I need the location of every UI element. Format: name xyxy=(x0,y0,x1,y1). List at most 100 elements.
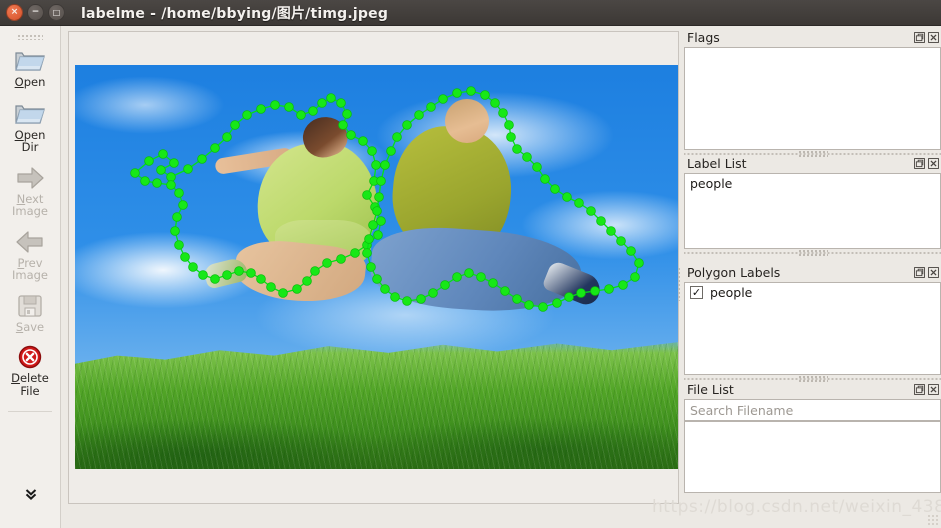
list-item[interactable]: people xyxy=(685,174,940,193)
panel-label-list-header[interactable]: Label List xyxy=(684,154,941,173)
polygon-vertex[interactable] xyxy=(336,254,346,264)
polygon-vertex[interactable] xyxy=(504,120,514,130)
window-close-button[interactable]: × xyxy=(6,4,23,21)
polygon-vertex[interactable] xyxy=(292,284,302,294)
polygon-vertex[interactable] xyxy=(346,130,356,140)
polygon-vertex[interactable] xyxy=(512,144,522,154)
polygon-vertex[interactable] xyxy=(174,188,184,198)
dock-grip[interactable] xyxy=(677,267,682,301)
polygon-vertex[interactable] xyxy=(506,132,516,142)
polygon-vertex[interactable] xyxy=(440,280,450,290)
polygon-vertex[interactable] xyxy=(376,176,386,186)
polygon-vertex[interactable] xyxy=(550,184,560,194)
polygon-vertex[interactable] xyxy=(198,270,208,280)
polygon-vertex[interactable] xyxy=(498,108,508,118)
polygon-label-checkbox[interactable]: ✓ xyxy=(690,286,703,299)
polygon-vertex[interactable] xyxy=(596,216,606,226)
polygon-annotation-overlay[interactable] xyxy=(75,65,678,469)
polygon-vertex[interactable] xyxy=(540,174,550,184)
polygon-vertex[interactable] xyxy=(338,120,348,130)
polygon-vertex[interactable] xyxy=(210,143,220,153)
polygon-vertex[interactable] xyxy=(512,294,522,304)
polygon-vertex[interactable] xyxy=(169,158,179,168)
polygon-vertex[interactable] xyxy=(402,296,412,306)
polygon-vertex[interactable] xyxy=(180,252,190,262)
polygon-vertex[interactable] xyxy=(230,120,240,130)
panel-polygon-labels-body[interactable]: ✓ people xyxy=(684,282,941,375)
polygon-vertex[interactable] xyxy=(234,266,244,276)
panel-file-list-header[interactable]: File List xyxy=(684,380,941,399)
polygon-vertex[interactable] xyxy=(308,106,318,116)
polygon-vertex[interactable] xyxy=(188,262,198,272)
polygon-vertex[interactable] xyxy=(156,165,166,175)
panel-polygon-labels-header[interactable]: Polygon Labels xyxy=(684,263,941,282)
polygon-vertex[interactable] xyxy=(488,278,498,288)
polygon-vertex[interactable] xyxy=(362,248,372,258)
polygon-vertex[interactable] xyxy=(317,98,327,108)
polygon-vertex[interactable] xyxy=(500,286,510,296)
polygon-vertex[interactable] xyxy=(144,156,154,166)
polygon-vertex[interactable] xyxy=(386,146,396,156)
window-resize-grip[interactable] xyxy=(927,514,939,526)
polygon-vertex[interactable] xyxy=(372,274,382,284)
toolbar-item-delete-file[interactable]: Delete File xyxy=(0,339,61,403)
table-row[interactable]: ✓ people xyxy=(685,283,940,302)
polygon-vertex[interactable] xyxy=(626,246,636,256)
polygon-vertex[interactable] xyxy=(618,280,628,290)
polygon-vertex[interactable] xyxy=(270,100,280,110)
polygon-vertex[interactable] xyxy=(326,93,336,103)
splitter-label-list[interactable] xyxy=(684,249,941,256)
polygon-vertex[interactable] xyxy=(302,276,312,286)
annotated-image[interactable] xyxy=(75,65,678,469)
close-panel-icon[interactable] xyxy=(928,158,939,169)
polygon-vertex[interactable] xyxy=(428,288,438,298)
toolbar-item-open-dir[interactable]: Open Dir xyxy=(0,95,61,160)
toolbar-drag-handle[interactable] xyxy=(17,34,43,40)
polygon-vertex[interactable] xyxy=(392,132,402,142)
toolbar-item-save[interactable]: Save xyxy=(0,288,61,340)
toolbar-item-next-image[interactable]: Next Image xyxy=(0,160,61,224)
polygon-vertex[interactable] xyxy=(210,274,220,284)
close-panel-icon[interactable] xyxy=(928,384,939,395)
polygon-vertex[interactable] xyxy=(310,266,320,276)
toolbar-item-prev-image[interactable]: Prev Image xyxy=(0,224,61,288)
polygon-vertex[interactable] xyxy=(366,262,376,272)
polygon-vertex[interactable] xyxy=(586,206,596,216)
polygon-vertex[interactable] xyxy=(452,272,462,282)
polygon-vertex[interactable] xyxy=(174,240,184,250)
search-filename-input[interactable] xyxy=(684,399,941,421)
polygon-vertex[interactable] xyxy=(490,98,500,108)
panel-flags-list[interactable] xyxy=(684,47,941,150)
polygon-vertex[interactable] xyxy=(630,272,640,282)
polygon-vertex[interactable] xyxy=(350,248,360,258)
panel-file-list-body[interactable] xyxy=(684,421,941,493)
polygon-vertex[interactable] xyxy=(564,292,574,302)
polygon-vertex[interactable] xyxy=(416,294,426,304)
polygon-vertex[interactable] xyxy=(342,109,352,119)
toolbar-item-open[interactable]: Open xyxy=(0,42,61,95)
polygon-vertex[interactable] xyxy=(562,192,572,202)
image-canvas-area[interactable] xyxy=(68,31,679,504)
polygon-vertex[interactable] xyxy=(284,102,294,112)
polygon-vertex[interactable] xyxy=(476,272,486,282)
polygon-vertex[interactable] xyxy=(130,168,140,178)
polygon-vertex[interactable] xyxy=(390,292,400,302)
polygon-vertex[interactable] xyxy=(158,149,168,159)
polygon-vertex[interactable] xyxy=(368,220,378,230)
polygon-vertex[interactable] xyxy=(438,94,448,104)
polygon-vertex[interactable] xyxy=(140,176,150,186)
polygon-vertex[interactable] xyxy=(606,226,616,236)
polygon-vertex[interactable] xyxy=(322,258,332,268)
float-panel-icon[interactable] xyxy=(914,158,925,169)
polygon-vertex[interactable] xyxy=(246,268,256,278)
toolbar-overflow-button[interactable] xyxy=(0,486,61,502)
polygon-vertex[interactable] xyxy=(616,236,626,246)
polygon-vertex[interactable] xyxy=(222,132,232,142)
polygon-vertex[interactable] xyxy=(402,120,412,130)
polygon-vertex[interactable] xyxy=(296,110,306,120)
polygon-vertex[interactable] xyxy=(532,162,542,172)
float-panel-icon[interactable] xyxy=(914,267,925,278)
polygon-vertex[interactable] xyxy=(266,282,276,292)
polygon-vertex[interactable] xyxy=(166,180,176,190)
polygon-vertex[interactable] xyxy=(426,102,436,112)
